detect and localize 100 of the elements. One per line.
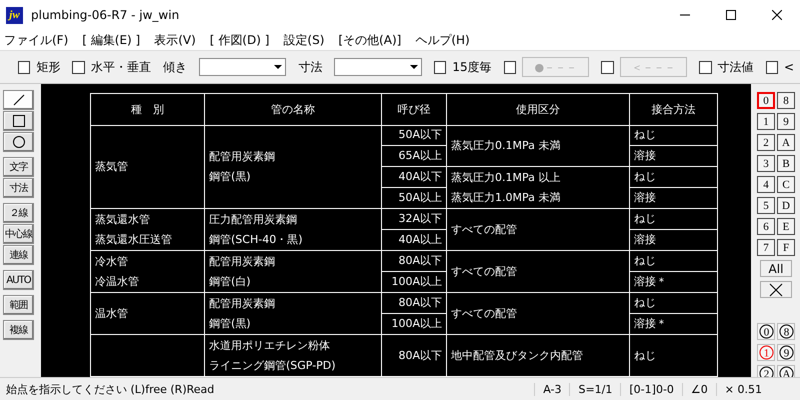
window-title: plumbing-06-R7 - jw_win — [31, 8, 180, 22]
table-cell: 蒸気還水管 蒸気還水圧送管 — [91, 209, 205, 251]
checkbox[interactable] — [434, 60, 446, 74]
table-cell: 50A以下 — [382, 125, 447, 146]
tool-button[interactable]: 寸法 — [3, 178, 34, 198]
layer-button[interactable]: 2 — [757, 134, 775, 151]
table-cell: 温水管 — [91, 293, 205, 335]
layer-button[interactable]: A — [777, 134, 795, 151]
tool-button[interactable] — [3, 111, 34, 131]
dropdown-field[interactable] — [198, 58, 286, 76]
checkbox-label: 寸法値 — [718, 58, 754, 76]
checkbox[interactable] — [18, 60, 30, 74]
checkbox[interactable] — [699, 60, 712, 74]
tool-button[interactable]: ２線 — [3, 203, 34, 223]
checkbox-label: 水平・垂直 — [90, 58, 151, 76]
field-label: 寸法 — [298, 58, 322, 76]
layer-group-button[interactable]: 0 — [757, 323, 775, 340]
table-cell: すべての配管 — [447, 251, 630, 293]
table-cell: 溶接＊ — [630, 314, 718, 335]
table-cell: すべての配管 — [447, 209, 630, 251]
table-cell: 65A以上 — [382, 146, 447, 167]
layer-button[interactable]: 9 — [777, 113, 795, 130]
layer-button[interactable]: B — [777, 155, 795, 172]
layer-button[interactable]: C — [777, 176, 795, 193]
table-cell: 溶接＊ — [630, 272, 718, 293]
table-cell: ねじ — [630, 251, 718, 272]
tool-button[interactable]: 範囲 — [3, 295, 34, 315]
layer-button[interactable]: 0 — [757, 92, 775, 109]
table-header: 使用区分 — [447, 94, 630, 126]
checkbox-label: 15度毎 — [452, 58, 492, 76]
menu-item[interactable]: [その他(A)] — [338, 32, 402, 48]
table-cell: 配管用炭素鋼 鋼管(黒) — [205, 293, 382, 335]
table-cell: 溶接 — [630, 230, 718, 251]
all-layers-button[interactable]: All — [760, 260, 792, 277]
layer-button[interactable]: 6 — [757, 218, 775, 235]
tool-button[interactable]: 中心線 — [3, 224, 34, 244]
menu-item[interactable]: [ 作図(D) ] — [210, 32, 270, 48]
tool-button[interactable]: AUTO — [3, 270, 34, 290]
status-field: × 0.51 — [716, 382, 770, 396]
table-cell: 80A以下 — [382, 251, 447, 272]
app-logo: jw — [6, 6, 23, 24]
menu-item[interactable]: 表示(V) — [154, 32, 196, 48]
tool-button[interactable] — [3, 90, 34, 110]
tool-button[interactable] — [3, 132, 34, 152]
menu-item[interactable]: ヘルプ(H) — [415, 32, 470, 48]
status-field: ∠0 — [682, 382, 716, 396]
circle-icon — [12, 135, 26, 149]
layer-button[interactable]: 5 — [757, 197, 775, 214]
table-cell: 32A以下 — [382, 209, 447, 230]
layer-button[interactable]: 7 — [757, 239, 775, 256]
table-cell: 100A以上 — [382, 272, 447, 293]
table-cell: 50A以上 — [382, 188, 447, 209]
tool-button[interactable]: 連線 — [3, 245, 34, 265]
layer-button[interactable]: E — [777, 218, 795, 235]
table-header: 管の名称 — [205, 94, 382, 126]
table-cell: すべての配管 — [447, 293, 630, 335]
checkbox[interactable] — [766, 60, 778, 74]
checkbox-label: < — [784, 60, 794, 74]
checkbox[interactable] — [72, 60, 85, 74]
table-header: 接合方法 — [630, 94, 718, 126]
table-cell: 圧力配管用炭素鋼 鋼管(SCH-40・黒) — [205, 209, 382, 251]
table-header: 種 別 — [91, 94, 205, 126]
tool-button[interactable]: 文字 — [3, 157, 34, 177]
close-icon — [772, 10, 782, 20]
table-cell: 冷水管 冷温水管 — [91, 251, 205, 293]
layer-button[interactable]: 3 — [757, 155, 775, 172]
layer-group-button[interactable]: 8 — [777, 323, 795, 340]
status-field: S=1/1 — [569, 382, 620, 396]
close-layers-button[interactable] — [760, 281, 792, 298]
layer-button[interactable]: 4 — [757, 176, 775, 193]
layer-group-button[interactable]: 9 — [777, 344, 795, 361]
table-cell: ねじ — [630, 125, 718, 146]
table-header: 呼び径 — [382, 94, 447, 126]
table-cell: 80A以下 — [382, 293, 447, 314]
menu-item[interactable]: 設定(S) — [283, 32, 324, 48]
menu-item[interactable]: [ 編集(E) ] — [82, 32, 140, 48]
layer-button[interactable]: D — [777, 197, 795, 214]
table-cell: ねじ — [630, 209, 718, 230]
menu-item[interactable]: ファイル(F) — [4, 32, 68, 48]
layer-button[interactable]: 1 — [757, 113, 775, 130]
table-cell: 蒸気管 — [91, 125, 205, 209]
close-icon — [769, 282, 783, 296]
table-cell: ねじ — [630, 167, 718, 188]
rectangle-icon — [12, 114, 26, 128]
layer-group-button[interactable]: 1 — [757, 344, 775, 361]
table-cell: 溶接 — [630, 188, 718, 209]
line-icon — [12, 93, 26, 107]
layer-button[interactable]: F — [777, 239, 795, 256]
table-cell: 蒸気圧力0.1MPa 以上 蒸気圧力1.0MPa 未満 — [447, 167, 630, 209]
table-cell: 100A以上 — [382, 314, 447, 335]
table-cell: 40A以上 — [382, 230, 447, 251]
field-label: 傾き — [162, 58, 187, 76]
layer-button[interactable]: 8 — [777, 92, 795, 109]
checkbox-label: 矩形 — [36, 58, 60, 76]
status-field: [0-1]0-0 — [620, 382, 682, 396]
status-message: 始点を指示してください (L)free (R)Read — [6, 382, 216, 396]
status-field: A-3 — [534, 382, 570, 396]
dropdown-field[interactable] — [334, 58, 422, 76]
table-cell: 配管用炭素鋼 鋼管(白) — [205, 251, 382, 293]
tool-button[interactable]: 複線 — [3, 320, 34, 340]
